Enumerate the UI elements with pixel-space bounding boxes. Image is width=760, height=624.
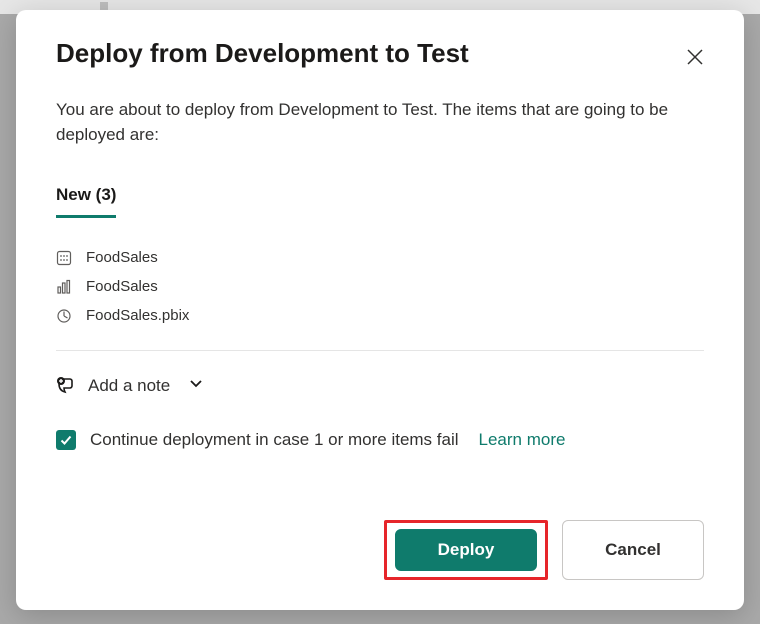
cancel-button[interactable]: Cancel <box>562 520 704 580</box>
close-button[interactable] <box>680 42 710 72</box>
modal-title: Deploy from Development to Test <box>56 38 469 69</box>
tab-new[interactable]: New (3) <box>56 185 116 218</box>
dashboard-icon <box>56 308 72 324</box>
close-icon <box>686 48 704 66</box>
divider <box>56 350 704 351</box>
deploy-button[interactable]: Deploy <box>395 529 537 571</box>
learn-more-link[interactable]: Learn more <box>479 430 566 450</box>
list-item: FoodSales.pbix <box>56 307 704 324</box>
deploy-modal: Deploy from Development to Test You are … <box>16 10 744 610</box>
deploy-highlight: Deploy <box>384 520 548 580</box>
item-name: FoodSales.pbix <box>86 307 189 324</box>
note-icon <box>56 376 76 396</box>
item-name: FoodSales <box>86 249 158 266</box>
continue-label: Continue deployment in case 1 or more it… <box>90 430 459 450</box>
report-icon <box>56 279 72 295</box>
tabs: New (3) <box>56 185 704 219</box>
modal-header: Deploy from Development to Test <box>56 38 704 72</box>
list-item: FoodSales <box>56 249 704 266</box>
modal-description: You are about to deploy from Development… <box>56 98 704 147</box>
list-item: FoodSales <box>56 278 704 295</box>
chevron-down-icon <box>188 375 204 396</box>
item-list: FoodSales FoodSales FoodSales.pbix <box>56 249 704 324</box>
check-icon <box>59 433 73 447</box>
modal-footer: Deploy Cancel <box>56 496 704 580</box>
continue-checkbox[interactable] <box>56 430 76 450</box>
continue-deployment-row: Continue deployment in case 1 or more it… <box>56 430 704 450</box>
item-name: FoodSales <box>86 278 158 295</box>
add-note-label: Add a note <box>88 376 170 396</box>
dataset-icon <box>56 250 72 266</box>
add-note-toggle[interactable]: Add a note <box>56 375 704 396</box>
